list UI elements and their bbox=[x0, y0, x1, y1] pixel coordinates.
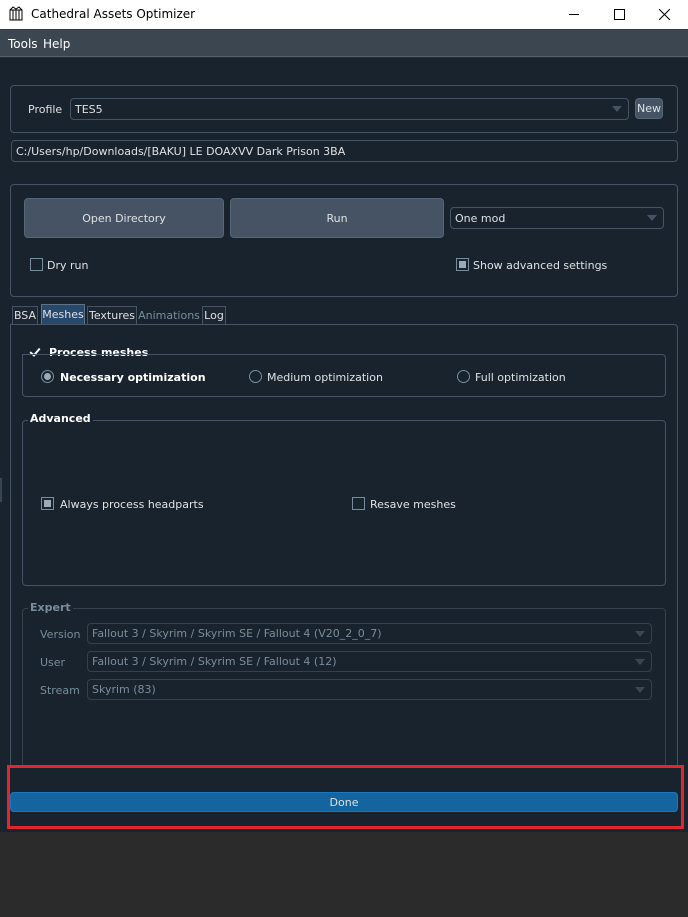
path-input[interactable]: C:/Users/hp/Downloads/[BAKU] LE DOAXVV D… bbox=[11, 140, 678, 162]
profile-select[interactable]: TES5 bbox=[70, 98, 629, 120]
necessary-optimization-label: Necessary optimization bbox=[60, 371, 206, 384]
menu-help[interactable]: Help bbox=[43, 37, 70, 51]
version-value: Fallout 3 / Skyrim / Skyrim SE / Fallout… bbox=[92, 627, 382, 640]
dry-run-label: Dry run bbox=[47, 259, 89, 272]
menu-tools[interactable]: Tools bbox=[8, 37, 38, 51]
resave-meshes-label: Resave meshes bbox=[370, 498, 456, 511]
chevron-down-icon bbox=[635, 630, 645, 637]
user-value: Fallout 3 / Skyrim / Skyrim SE / Fallout… bbox=[92, 655, 337, 668]
resave-meshes-checkbox[interactable] bbox=[352, 497, 365, 510]
version-select: Fallout 3 / Skyrim / Skyrim SE / Fallout… bbox=[87, 623, 652, 644]
tab-bsa[interactable]: BSA bbox=[12, 306, 38, 324]
menu-bar: Tools Help bbox=[0, 29, 688, 57]
run-button[interactable]: Run bbox=[230, 198, 444, 238]
mode-value: One mod bbox=[455, 211, 506, 225]
necessary-optimization-radio[interactable] bbox=[41, 370, 54, 383]
minimize-icon bbox=[568, 14, 579, 15]
new-profile-button[interactable]: New bbox=[635, 98, 663, 119]
user-select: Fallout 3 / Skyrim / Skyrim SE / Fallout… bbox=[87, 651, 652, 672]
dry-run-checkbox[interactable] bbox=[30, 258, 43, 271]
stream-label: Stream bbox=[40, 684, 80, 697]
show-advanced-label: Show advanced settings bbox=[473, 259, 608, 272]
chevron-down-icon bbox=[647, 215, 657, 221]
tab-meshes[interactable]: Meshes bbox=[41, 304, 85, 324]
profile-value: TES5 bbox=[75, 102, 103, 116]
mode-select[interactable]: One mod bbox=[450, 207, 664, 229]
headparts-label: Always process headparts bbox=[60, 498, 204, 511]
open-directory-button[interactable]: Open Directory bbox=[24, 198, 224, 238]
user-label: User bbox=[40, 656, 66, 669]
close-icon bbox=[658, 9, 670, 20]
profile-label: Profile bbox=[28, 103, 63, 116]
chevron-down-icon bbox=[635, 686, 645, 693]
splitter-handle[interactable] bbox=[0, 478, 2, 502]
highlight-annotation bbox=[7, 765, 684, 829]
path-value: C:/Users/hp/Downloads/[BAKU] LE DOAXVV D… bbox=[16, 144, 346, 158]
maximize-icon bbox=[613, 9, 625, 20]
headparts-checkbox[interactable] bbox=[41, 497, 54, 510]
chevron-down-icon bbox=[635, 658, 645, 665]
medium-optimization-label: Medium optimization bbox=[267, 371, 383, 384]
full-optimization-radio[interactable] bbox=[457, 370, 470, 383]
title-bar: Cathedral Assets Optimizer bbox=[0, 0, 688, 29]
minimize-button[interactable] bbox=[551, 0, 597, 29]
cathedral-icon bbox=[9, 6, 23, 21]
tab-textures[interactable]: Textures bbox=[87, 306, 137, 324]
maximize-button[interactable] bbox=[596, 0, 642, 29]
version-label: Version bbox=[40, 628, 81, 641]
show-advanced-checkbox[interactable] bbox=[456, 258, 469, 271]
expert-title: Expert bbox=[28, 601, 73, 614]
window-title: Cathedral Assets Optimizer bbox=[31, 7, 196, 21]
chevron-down-icon bbox=[612, 106, 622, 112]
stream-select: Skyrim (83) bbox=[87, 679, 652, 700]
tab-animations: Animations bbox=[138, 309, 200, 322]
stream-value: Skyrim (83) bbox=[92, 683, 156, 696]
full-optimization-label: Full optimization bbox=[475, 371, 566, 384]
advanced-title: Advanced bbox=[28, 412, 93, 425]
tab-log[interactable]: Log bbox=[202, 306, 226, 324]
medium-optimization-radio[interactable] bbox=[249, 370, 262, 383]
close-button[interactable] bbox=[641, 0, 687, 29]
